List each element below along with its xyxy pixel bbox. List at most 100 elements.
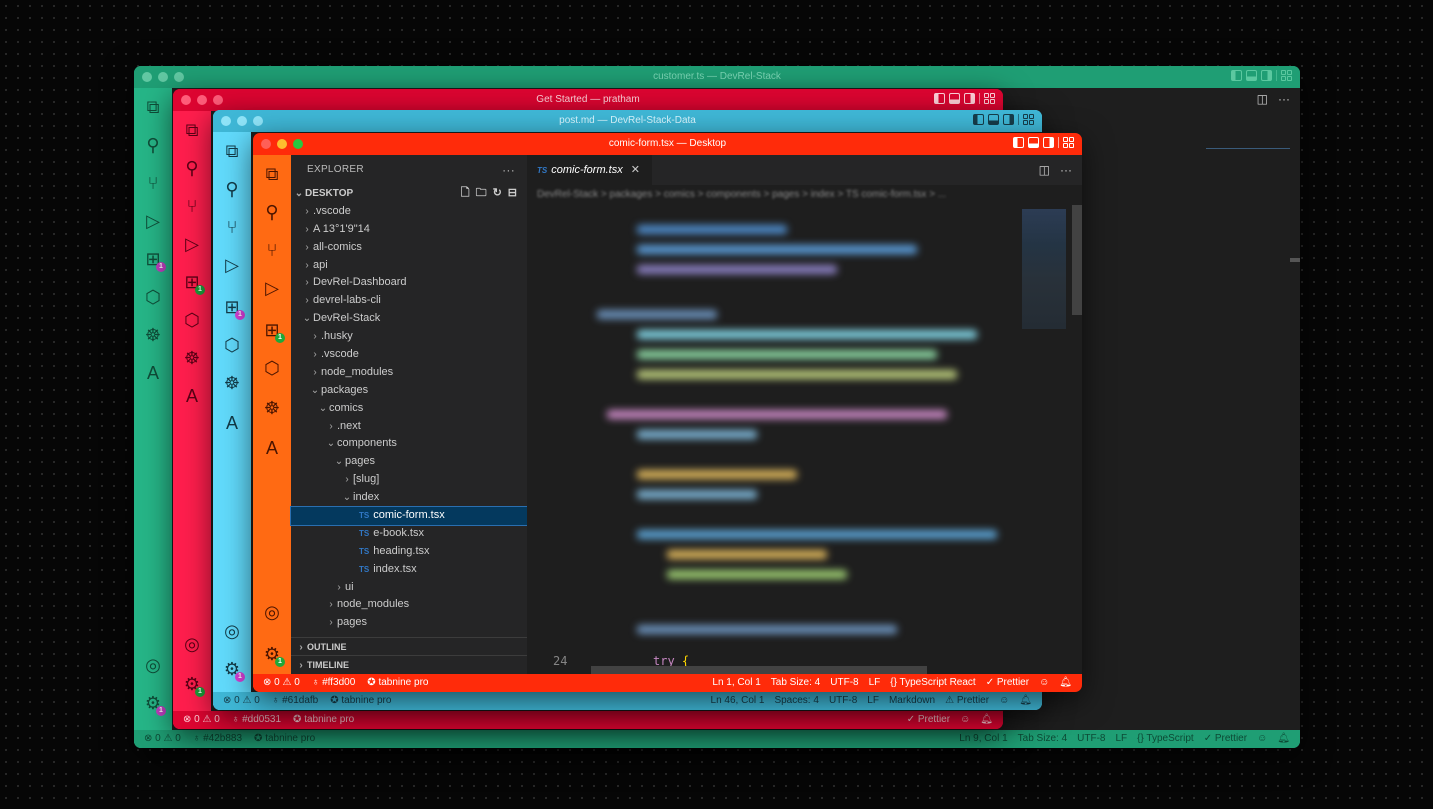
search-icon[interactable]: ⚲ xyxy=(221,178,243,200)
files-icon[interactable]: ⧉ xyxy=(221,140,243,162)
refresh-icon[interactable]: ↻ xyxy=(493,185,502,203)
source-control-icon[interactable]: ⑂ xyxy=(181,195,203,217)
indentation[interactable]: Spaces: 4 xyxy=(774,692,818,710)
horizontal-scrollbar[interactable] xyxy=(591,666,927,674)
folder-item[interactable]: ⌄ packages xyxy=(291,382,527,400)
vertical-scrollbar[interactable] xyxy=(1072,205,1082,315)
toggle-panel-icon[interactable] xyxy=(949,93,960,104)
remote-icon[interactable]: ⬡ xyxy=(221,334,243,356)
line-ending[interactable]: LF xyxy=(869,674,881,692)
problems-status[interactable]: ⊗ 0 ⚠ 0 xyxy=(263,674,300,692)
file-item[interactable]: TS e-book.tsx xyxy=(291,525,527,543)
toggle-panel-icon[interactable] xyxy=(1246,70,1257,81)
customize-layout-icon[interactable] xyxy=(984,93,995,104)
editor[interactable]: TS comic-form.tsx ✕ ◫ ··· DevRel-Stack > p… xyxy=(527,155,1082,674)
customize-layout-icon[interactable] xyxy=(1281,70,1292,81)
notifications-icon[interactable]: 🔔︎ xyxy=(980,711,993,729)
language-mode[interactable]: {} TypeScript React xyxy=(890,674,975,692)
close-icon[interactable]: ✕ xyxy=(631,164,640,176)
new-folder-icon[interactable]: 🗀︎ xyxy=(476,185,487,203)
color-status[interactable]: ♁ #ff3d00 xyxy=(312,674,355,692)
extensions-icon[interactable]: ⊞ 1 xyxy=(221,296,245,320)
folder-item[interactable]: › .husky xyxy=(291,328,527,346)
toggle-secondary-sidebar-icon[interactable] xyxy=(1003,114,1014,125)
azure-icon[interactable]: A xyxy=(181,385,203,407)
search-icon[interactable]: ⚲ xyxy=(181,157,203,179)
customize-layout-icon[interactable] xyxy=(1063,137,1074,148)
run-debug-icon[interactable]: ▷ xyxy=(221,254,243,276)
split-editor-icon[interactable]: ◫ xyxy=(1257,92,1268,106)
file-item[interactable]: TS comic-form.tsx xyxy=(290,506,528,526)
problems-status[interactable]: ⊗ 0 ⚠ 0 xyxy=(144,730,181,748)
folder-item[interactable]: ⌄ DevRel-Stack xyxy=(291,310,527,328)
notifications-icon[interactable]: 🔔︎ xyxy=(1059,674,1072,692)
toggle-sidebar-icon[interactable] xyxy=(934,93,945,104)
root-folder[interactable]: ⌄ DESKTOP 🗋︎ 🗀︎ ↻ ⊟ xyxy=(291,185,527,203)
toggle-secondary-sidebar-icon[interactable] xyxy=(1261,70,1272,81)
toggle-secondary-sidebar-icon[interactable] xyxy=(964,93,975,104)
toggle-sidebar-icon[interactable] xyxy=(1013,137,1024,148)
source-control-icon[interactable]: ⑂ xyxy=(221,216,243,238)
folder-item[interactable]: ⌄ components xyxy=(291,435,527,453)
indentation[interactable]: Tab Size: 4 xyxy=(1018,730,1067,748)
folder-item[interactable]: › all-comics xyxy=(291,239,527,257)
prettier-status[interactable]: ✓ Prettier xyxy=(986,674,1029,692)
settings-gear-icon[interactable]: ⚙ 1 xyxy=(261,643,285,667)
files-icon[interactable]: ⧉ xyxy=(181,119,203,141)
cursor-position[interactable]: Ln 9, Col 1 xyxy=(959,730,1007,748)
encoding[interactable]: UTF-8 xyxy=(830,674,858,692)
account-icon[interactable]: ◎ xyxy=(142,654,164,676)
titlebar[interactable]: Get Started — pratham xyxy=(173,89,1003,111)
run-debug-icon[interactable]: ▷ xyxy=(181,233,203,255)
run-debug-icon[interactable]: ▷ xyxy=(261,277,283,299)
collapse-all-icon[interactable]: ⊟ xyxy=(508,185,517,203)
prettier-status[interactable]: ⚠ Prettier xyxy=(945,692,989,710)
extensions-icon[interactable]: ⊞ 1 xyxy=(181,271,205,295)
toggle-panel-icon[interactable] xyxy=(988,114,999,125)
feedback-icon[interactable]: ☺ xyxy=(1257,730,1267,748)
azure-icon[interactable]: A xyxy=(142,362,164,384)
notifications-icon[interactable]: 🔔︎ xyxy=(1019,692,1032,710)
more-actions-icon[interactable]: ··· xyxy=(1060,155,1072,185)
search-icon[interactable]: ⚲ xyxy=(261,201,283,223)
settings-gear-icon[interactable]: ⚙ 1 xyxy=(181,673,205,697)
toggle-secondary-sidebar-icon[interactable] xyxy=(1043,137,1054,148)
titlebar[interactable]: comic-form.tsx — Desktop xyxy=(253,133,1082,155)
feedback-icon[interactable]: ☺ xyxy=(999,692,1009,710)
cursor-position[interactable]: Ln 46, Col 1 xyxy=(711,692,765,710)
encoding[interactable]: UTF-8 xyxy=(829,692,857,710)
folder-item[interactable]: ⌄ index xyxy=(291,489,527,507)
folder-item[interactable]: › api xyxy=(291,257,527,275)
folder-item[interactable]: › .vscode xyxy=(291,203,527,221)
folder-item[interactable]: › .next xyxy=(291,418,527,436)
run-debug-icon[interactable]: ▷ xyxy=(142,210,164,232)
customize-layout-icon[interactable] xyxy=(1023,114,1034,125)
folder-item[interactable]: › A 13°1'9"14 xyxy=(291,221,527,239)
folder-item[interactable]: › pages xyxy=(291,614,527,632)
problems-status[interactable]: ⊗ 0 ⚠ 0 xyxy=(223,692,260,710)
split-editor-icon[interactable]: ◫ xyxy=(1039,155,1050,185)
settings-gear-icon[interactable]: ⚙ 1 xyxy=(142,692,166,716)
toggle-sidebar-icon[interactable] xyxy=(973,114,984,125)
source-control-icon[interactable]: ⑂ xyxy=(142,172,164,194)
folder-item[interactable]: › [slug] xyxy=(291,471,527,489)
scrollbar[interactable] xyxy=(1290,258,1300,262)
tabnine-status[interactable]: ✪ tabnine pro xyxy=(367,674,428,692)
tabnine-status[interactable]: ✪ tabnine pro xyxy=(254,730,315,748)
problems-status[interactable]: ⊗ 0 ⚠ 0 xyxy=(183,711,220,729)
search-icon[interactable]: ⚲ xyxy=(142,134,164,156)
more-actions-icon[interactable]: ··· xyxy=(1278,92,1290,106)
folder-item[interactable]: › node_modules xyxy=(291,364,527,382)
octopus-icon[interactable]: ☸ xyxy=(261,397,283,419)
file-item[interactable]: TS index.tsx xyxy=(291,561,527,579)
titlebar[interactable]: customer.ts — DevRel-Stack xyxy=(134,66,1300,88)
source-control-icon[interactable]: ⑂ xyxy=(261,239,283,261)
indentation[interactable]: Tab Size: 4 xyxy=(771,674,820,692)
folder-item[interactable]: ⌄ comics xyxy=(291,400,527,418)
folder-item[interactable]: › .vscode xyxy=(291,346,527,364)
folder-item[interactable]: › ui xyxy=(291,579,527,597)
color-status[interactable]: ♁ #61dafb xyxy=(272,692,318,710)
account-icon[interactable]: ◎ xyxy=(181,633,203,655)
prettier-status[interactable]: ✓ Prettier xyxy=(907,711,950,729)
octopus-icon[interactable]: ☸ xyxy=(181,347,203,369)
